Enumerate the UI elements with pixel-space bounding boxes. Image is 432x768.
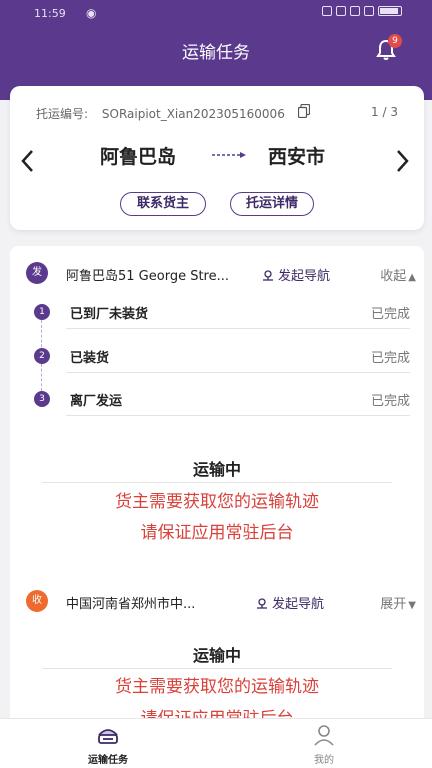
copy-icon[interactable]	[298, 104, 310, 118]
app-header: 11:59 ◉ 运输任务 9	[0, 0, 432, 100]
pickup-row: 发 阿鲁巴岛51 George Stre... 发起导航 收起 ▲	[26, 262, 416, 284]
collapse-toggle[interactable]: 收起 ▲	[380, 265, 416, 284]
shipment-number-label: 托运编号:	[36, 107, 89, 121]
divider	[66, 372, 410, 373]
pickup-navigate-button[interactable]: 发起导航	[262, 265, 330, 284]
transit-warning-line1: 货主需要获取您的运输轨迹	[115, 677, 319, 697]
expand-label: 展开	[380, 597, 407, 612]
shipment-number: 托运编号: SORaipiot_Xian202305160006	[36, 105, 285, 122]
transit-title: 运输中	[192, 646, 241, 665]
shipment-detail-button[interactable]: 托运详情	[230, 192, 314, 216]
step-number: 1	[34, 304, 50, 320]
truck-icon	[98, 729, 118, 744]
collapse-label: 收起	[380, 269, 407, 284]
person-icon	[314, 725, 334, 746]
delivery-address: 中国河南省郑州市中...	[66, 597, 196, 612]
delivery-badge: 收	[26, 590, 48, 612]
shipment-number-value: SORaipiot_Xian202305160006	[101, 107, 285, 121]
tab-profile[interactable]: 我的	[284, 723, 364, 766]
transit-title: 运输中	[192, 460, 241, 479]
pickup-badge: 发	[26, 262, 48, 284]
status-bar: 11:59 ◉	[0, 0, 432, 28]
divider	[66, 415, 410, 416]
step-name: 已装货	[70, 351, 110, 366]
step-state: 已完成	[370, 307, 410, 322]
signal-icon	[364, 6, 374, 16]
status-icons	[322, 6, 402, 16]
divider	[42, 668, 392, 669]
route-arrow-icon	[212, 152, 246, 158]
step-row: 3 离厂发运 已完成	[26, 391, 410, 431]
contact-shipper-button[interactable]: 联系货主	[120, 192, 206, 216]
step-state: 已完成	[370, 351, 410, 366]
transit-warning-line2: 请保证应用常驻后台	[140, 523, 294, 543]
step-row: 1 已到厂未装货 已完成	[26, 304, 410, 344]
pickup-navigate-label: 发起导航	[278, 269, 331, 284]
status-time: 11:59	[34, 7, 66, 20]
delivery-navigate-label: 发起导航	[272, 597, 325, 612]
expand-toggle[interactable]: 展开 ▼	[380, 593, 416, 612]
triangle-down-icon: ▼	[408, 600, 416, 611]
page-title: 运输任务	[182, 43, 250, 63]
delivery-navigate-button[interactable]: 发起导航	[256, 593, 324, 612]
step-state: 已完成	[370, 394, 410, 409]
wifi-icon	[350, 6, 360, 16]
navigation-icon	[263, 270, 273, 281]
battery-icon	[378, 6, 402, 16]
notification-badge: 9	[388, 34, 402, 48]
shipment-card: 托运编号: SORaipiot_Xian202305160006 1 / 3 阿…	[10, 86, 424, 230]
origin-city: 阿鲁巴岛	[100, 146, 177, 168]
delivery-row: 收 中国河南省郑州市中... 发起导航 展开 ▼	[26, 590, 416, 612]
alarm-icon	[336, 6, 346, 16]
eye-icon: ◉	[86, 6, 97, 20]
next-arrow-icon[interactable]	[394, 148, 412, 174]
tab-transport-tasks[interactable]: 运输任务	[68, 723, 148, 766]
step-name: 离厂发运	[70, 394, 123, 409]
transit-warning-line1: 货主需要获取您的运输轨迹	[115, 492, 319, 512]
notification-bell-icon[interactable]: 9	[374, 34, 402, 62]
triangle-up-icon: ▲	[408, 272, 416, 283]
task-card: 发 阿鲁巴岛51 George Stre... 发起导航 收起 ▲ 1 已到厂未装…	[10, 246, 424, 729]
pickup-address: 阿鲁巴岛51 George Stre...	[66, 269, 230, 284]
previous-arrow-icon[interactable]	[18, 148, 36, 174]
tab-label: 运输任务	[88, 755, 128, 766]
divider	[66, 328, 410, 329]
step-row: 2 已装货 已完成	[26, 348, 410, 388]
bottom-tab-bar: 运输任务 我的	[0, 718, 432, 768]
divider	[42, 482, 392, 483]
navigation-icon	[257, 598, 267, 609]
shipment-pager: 1 / 3	[371, 105, 398, 119]
step-number: 2	[34, 348, 50, 364]
step-number: 3	[34, 391, 50, 407]
tab-label: 我的	[314, 755, 334, 766]
nfc-icon	[322, 6, 332, 16]
destination-city: 西安市	[268, 146, 326, 168]
step-name: 已到厂未装货	[70, 307, 149, 322]
